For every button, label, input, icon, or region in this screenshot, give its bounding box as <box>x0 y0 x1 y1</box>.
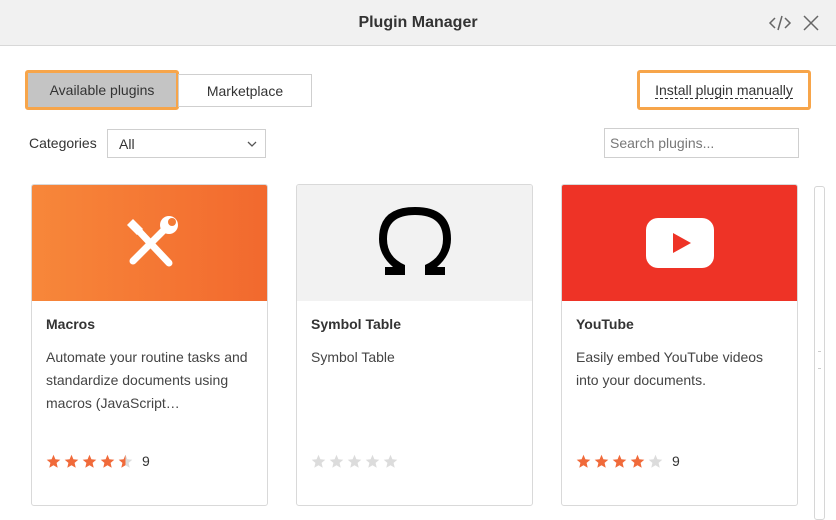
tools-icon <box>127 216 178 267</box>
plugin-description: Automate your routine tasks and standard… <box>46 349 248 411</box>
star-icon <box>576 454 591 468</box>
star-icon <box>100 454 115 468</box>
star-icon <box>630 454 645 468</box>
star-icon <box>594 454 609 468</box>
plugin-banner <box>32 185 267 301</box>
dialog-title: Plugin Manager <box>358 14 478 31</box>
tab-available-plugins-label: Available plugins <box>49 82 155 98</box>
chevron-down-icon <box>247 141 257 147</box>
star-icon <box>82 454 97 468</box>
rating-stars <box>311 453 407 469</box>
omega-icon <box>379 207 451 275</box>
youtube-play-icon <box>646 218 714 268</box>
star-icon <box>648 454 663 468</box>
plugin-card-symbol-table[interactable]: Symbol Table Symbol Table <box>296 184 533 506</box>
plugin-banner <box>297 185 532 301</box>
star-icon <box>383 454 398 468</box>
rating-stars: 9 <box>576 453 680 469</box>
close-icon[interactable] <box>802 14 820 32</box>
rating-count: 9 <box>142 453 150 469</box>
plugin-card-macros[interactable]: Macros Automate your routine tasks and s… <box>31 184 268 506</box>
star-icon <box>347 454 362 468</box>
scrollbar[interactable] <box>814 186 825 520</box>
plugin-name: Symbol Table <box>311 316 401 332</box>
categories-select[interactable]: All <box>107 129 266 158</box>
tab-available-plugins[interactable]: Available plugins <box>28 73 176 107</box>
star-icon <box>329 454 344 468</box>
plugin-description: Easily embed YouTube videos into your do… <box>576 349 764 388</box>
plugin-banner <box>562 185 797 301</box>
star-icon <box>365 454 380 468</box>
install-plugin-manually-link[interactable]: Install plugin manually <box>655 82 793 99</box>
categories-selected-value: All <box>119 136 135 152</box>
tab-available-plugins-highlight: Available plugins <box>25 70 179 110</box>
plugin-name: Macros <box>46 316 96 332</box>
star-icon <box>612 454 627 468</box>
star-icon <box>311 454 326 468</box>
plugin-name: YouTube <box>576 316 634 332</box>
tab-marketplace[interactable]: Marketplace <box>178 74 312 107</box>
code-icon[interactable] <box>768 13 792 33</box>
star-icon <box>118 454 133 468</box>
star-icon <box>64 454 79 468</box>
install-manually-highlight: Install plugin manually <box>637 70 811 110</box>
plugin-description: Symbol Table <box>311 349 395 365</box>
categories-label: Categories <box>29 135 97 151</box>
scrollbar-grip-icon <box>818 351 821 369</box>
dialog-titlebar: Plugin Manager <box>0 0 836 46</box>
plugin-card-youtube[interactable]: YouTube Easily embed YouTube videos into… <box>561 184 798 506</box>
rating-stars: 9 <box>46 453 150 469</box>
tab-marketplace-label: Marketplace <box>206 82 284 99</box>
rating-count: 9 <box>672 453 680 469</box>
search-input[interactable] <box>604 128 799 158</box>
star-icon <box>46 454 61 468</box>
